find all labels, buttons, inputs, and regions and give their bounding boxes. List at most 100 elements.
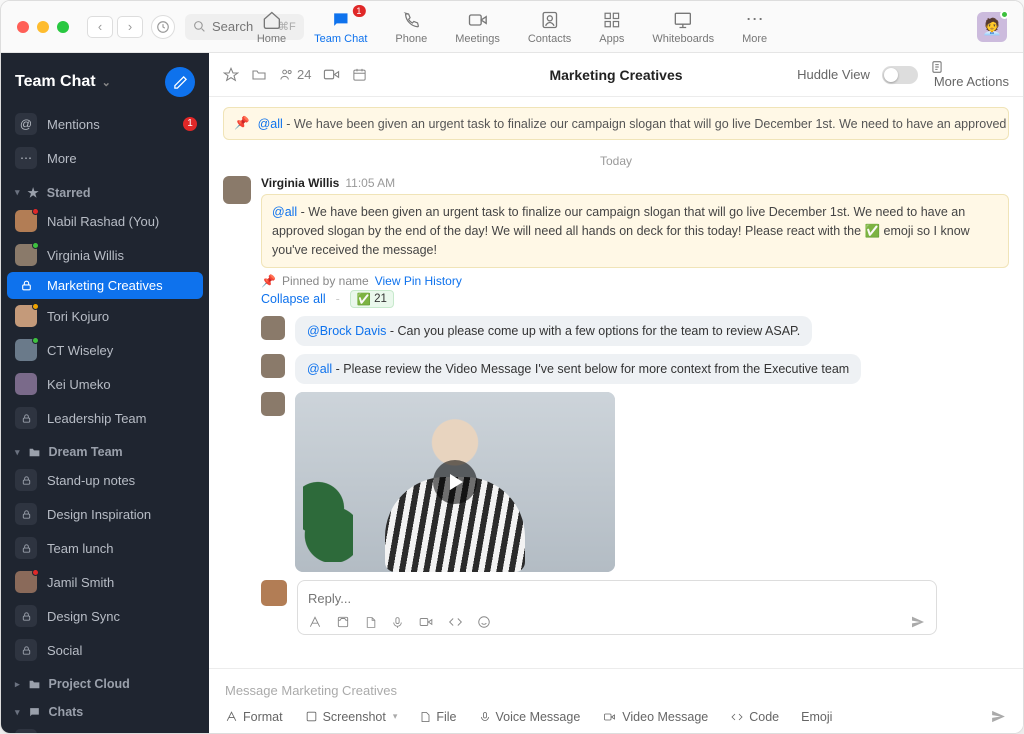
compose-button[interactable]	[165, 67, 195, 97]
sidebar-item-leadership[interactable]: Leadership Team	[1, 401, 209, 435]
reply-item: @all - Please review the Video Message I…	[261, 354, 1009, 384]
apps-icon	[603, 9, 621, 31]
thread-replies: @Brock Davis - Can you please come up wi…	[261, 316, 1009, 572]
tool-emoji[interactable]: Emoji	[801, 710, 832, 724]
sidebar-item-tori[interactable]: Tori Kojuro	[1, 299, 209, 333]
reply-item: @Brock Davis - Can you please come up wi…	[261, 316, 1009, 346]
minimize-window-button[interactable]	[37, 21, 49, 33]
nav-contacts[interactable]: Contacts	[528, 9, 571, 45]
home-icon	[262, 9, 282, 31]
file-icon[interactable]	[364, 616, 377, 629]
mic-icon	[479, 711, 491, 723]
section-dream-team[interactable]: ▾Dream Team	[1, 435, 209, 463]
reply-avatar[interactable]	[261, 316, 285, 340]
tool-file[interactable]: File	[419, 710, 456, 724]
tool-screenshot[interactable]: Screenshot▾	[305, 710, 398, 724]
reaction-chip[interactable]: ✅ 21	[350, 290, 394, 308]
huddle-label: Huddle View	[797, 67, 870, 82]
send-icon[interactable]	[910, 614, 926, 630]
sidebar-item-design-insp[interactable]: Design Inspiration	[1, 497, 209, 531]
nav-more[interactable]: ⋯More	[742, 9, 767, 45]
sidebar-item-jamil[interactable]: Jamil Smith	[1, 565, 209, 599]
emoji-icon[interactable]	[477, 615, 491, 629]
play-button[interactable]	[433, 460, 477, 504]
whiteboard-icon	[673, 9, 693, 31]
chat-icon	[28, 706, 41, 719]
nav-apps[interactable]: Apps	[599, 9, 624, 45]
sidebar-item-ct[interactable]: CT Wiseley	[1, 333, 209, 367]
chevron-down-icon: ▾	[15, 707, 20, 718]
composer-toolbar: Format Screenshot▾ File Voice Message Vi…	[225, 708, 1007, 725]
sidebar-item-nabil[interactable]: Nabil Rashad (You)	[1, 204, 209, 238]
send-button[interactable]	[990, 708, 1007, 725]
mention-link[interactable]: @Brock Davis	[307, 324, 386, 338]
video-record-icon[interactable]	[418, 615, 434, 629]
history-button[interactable]	[151, 15, 175, 39]
video-message[interactable]	[295, 392, 615, 572]
nav-home[interactable]: Home	[257, 9, 286, 45]
code-icon[interactable]	[448, 615, 463, 629]
tool-code[interactable]: Code	[730, 710, 779, 724]
sidebar-item-social[interactable]: Social	[1, 633, 209, 667]
nav-meetings[interactable]: Meetings	[455, 9, 500, 45]
screenshot-icon[interactable]	[336, 615, 350, 629]
reply-input[interactable]	[308, 587, 926, 614]
lock-icon	[15, 639, 37, 661]
message-avatar[interactable]	[223, 176, 251, 204]
sidebar-item-virginia[interactable]: Virginia Willis	[1, 238, 209, 272]
forward-button[interactable]: ›	[117, 16, 143, 38]
tool-voice[interactable]: Voice Message	[479, 710, 581, 724]
presence-dot	[32, 208, 39, 215]
nav-team-chat[interactable]: 1Team Chat	[314, 9, 367, 45]
video-icon	[323, 66, 340, 83]
huddle-toggle[interactable]	[882, 66, 918, 84]
mic-icon[interactable]	[391, 616, 404, 629]
sidebar-item-kei[interactable]: Kei Umeko	[1, 367, 209, 401]
main-body: Team Chat⌄ @Mentions1 ⋯More ▾★Starred Na…	[1, 53, 1023, 733]
tool-format[interactable]: Format	[225, 710, 283, 724]
back-button[interactable]: ‹	[87, 16, 113, 38]
format-icon[interactable]	[308, 615, 322, 629]
message-scroll[interactable]: Today Virginia Willis11:05 AM @all - We …	[209, 140, 1023, 668]
screenshot-icon	[305, 710, 318, 723]
sidebar-item-brainstorming[interactable]: Brainstorming	[1, 723, 209, 733]
collapse-all-link[interactable]: Collapse all	[261, 292, 326, 306]
folder-icon	[28, 446, 41, 459]
sidebar-item-team-lunch[interactable]: Team lunch	[1, 531, 209, 565]
mention-link[interactable]: @all	[307, 362, 332, 376]
info-icon	[930, 60, 944, 74]
video-button[interactable]	[323, 66, 340, 83]
sidebar-item-design-sync[interactable]: Design Sync	[1, 599, 209, 633]
reply-box[interactable]	[297, 580, 937, 635]
sidebar-title[interactable]: Team Chat⌄	[15, 73, 111, 91]
profile-avatar[interactable]: 🧑‍💼	[977, 12, 1007, 42]
star-button[interactable]	[223, 67, 239, 83]
nav-phone[interactable]: Phone	[395, 9, 427, 45]
maximize-window-button[interactable]	[57, 21, 69, 33]
lock-icon	[15, 537, 37, 559]
tool-video[interactable]: Video Message	[602, 710, 708, 724]
section-chats[interactable]: ▾Chats	[1, 695, 209, 723]
mention-link[interactable]: @all	[272, 205, 297, 219]
sidebar-item-marketing-creatives[interactable]: Marketing Creatives	[7, 272, 203, 299]
mention-link[interactable]: @all	[258, 117, 283, 131]
reply-avatar[interactable]	[261, 392, 285, 416]
sidebar-more[interactable]: ⋯More	[1, 141, 209, 175]
folder-button[interactable]	[251, 67, 267, 83]
more-actions-button[interactable]: More Actions	[930, 60, 1009, 89]
composer-input[interactable]: Message Marketing Creatives	[225, 679, 1007, 708]
sidebar-item-standup[interactable]: Stand-up notes	[1, 463, 209, 497]
view-pin-history-link[interactable]: View Pin History	[375, 274, 462, 288]
members-button[interactable]: 24	[279, 67, 311, 82]
avatar	[15, 244, 37, 266]
section-project-cloud[interactable]: ▸Project Cloud	[1, 667, 209, 695]
pinned-banner[interactable]: 📌 @all - We have been given an urgent ta…	[223, 107, 1009, 140]
chat-header: 24 Marketing Creatives Huddle View More …	[209, 53, 1023, 97]
reply-avatar[interactable]	[261, 354, 285, 378]
calendar-button[interactable]	[352, 67, 367, 82]
compose-icon	[173, 75, 188, 90]
close-window-button[interactable]	[17, 21, 29, 33]
section-starred[interactable]: ▾★Starred	[1, 175, 209, 204]
sidebar-mentions[interactable]: @Mentions1	[1, 107, 209, 141]
nav-whiteboards[interactable]: Whiteboards	[652, 9, 714, 45]
